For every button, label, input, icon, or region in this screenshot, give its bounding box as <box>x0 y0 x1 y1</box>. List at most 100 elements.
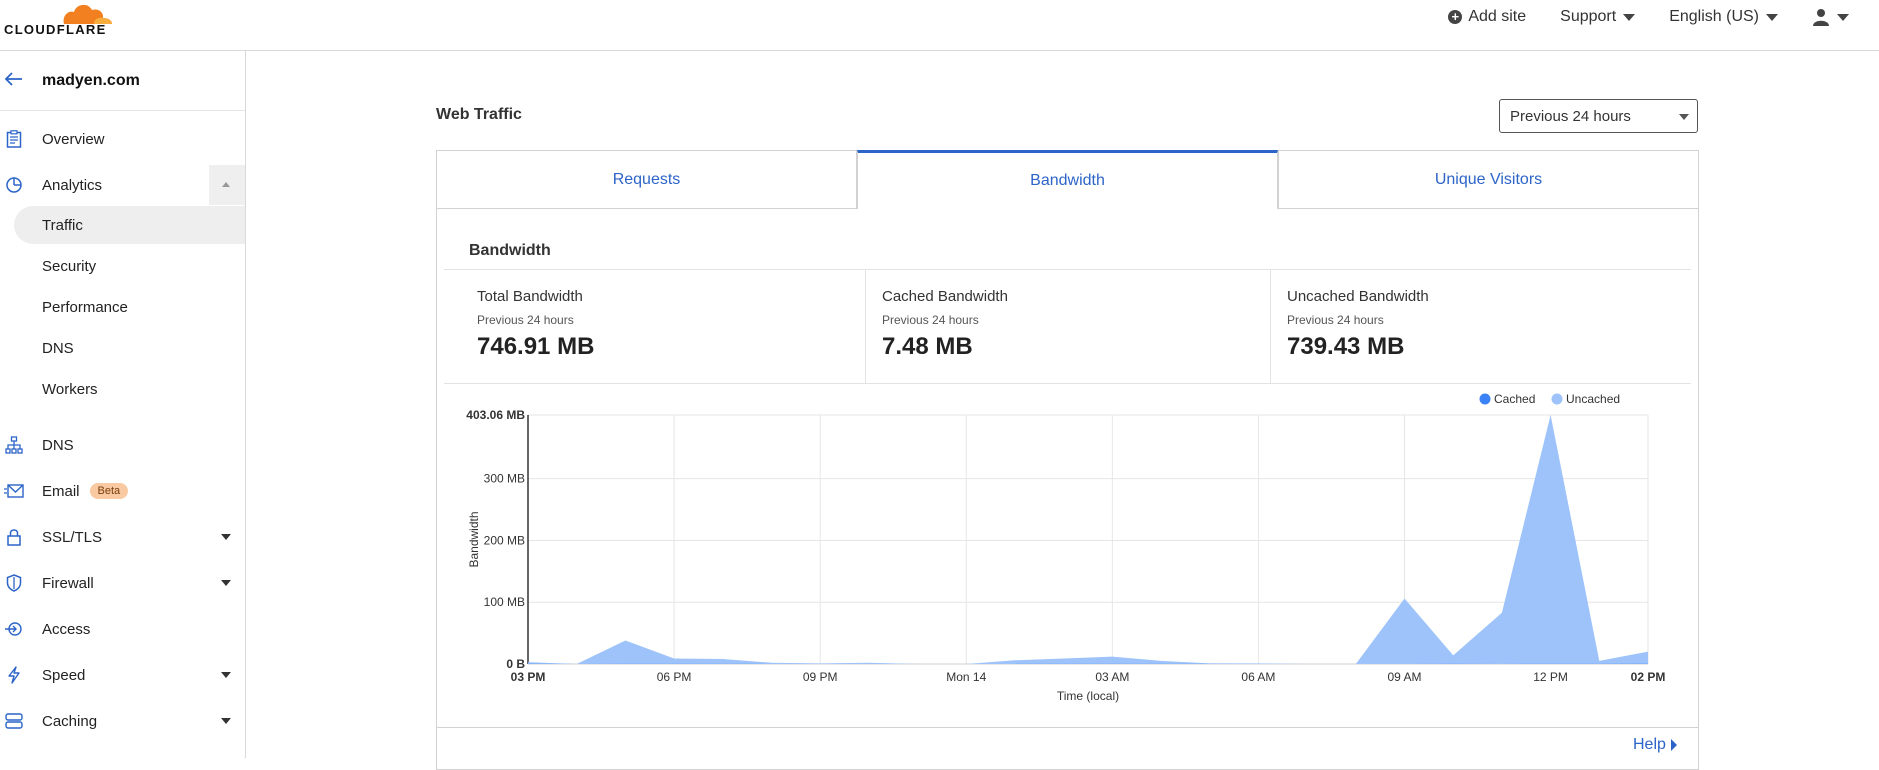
support-menu[interactable]: Support <box>1560 8 1635 26</box>
site-name: madyen.com <box>42 72 140 90</box>
stat-value: 7.48 MB <box>882 333 1255 361</box>
sidebar-item-label: Analytics <box>42 177 102 194</box>
sidebar-subitem-performance[interactable]: Performance <box>14 288 245 326</box>
chevron-down-icon <box>221 580 231 586</box>
traffic-tabs: Requests Bandwidth Unique Visitors <box>436 150 1699 209</box>
sidebar-subitem-label: Traffic <box>42 217 83 234</box>
sidebar-item-firewall[interactable]: Firewall <box>0 563 245 603</box>
stat-period: Previous 24 hours <box>1287 313 1660 327</box>
chevron-right-icon <box>1671 739 1677 751</box>
sidebar-item-speed[interactable]: Speed <box>0 655 245 695</box>
time-range-value: Previous 24 hours <box>1510 108 1631 125</box>
sidebar-subitem-dns[interactable]: DNS <box>14 329 245 367</box>
chevron-down-icon <box>221 672 231 678</box>
stat-label: Total Bandwidth <box>477 288 850 305</box>
tab-unique-visitors[interactable]: Unique Visitors <box>1278 150 1699 209</box>
sidebar-item-label: Overview <box>42 131 105 148</box>
sidebar-item-label: Caching <box>42 713 97 730</box>
sidebar: madyen.com Overview Analytics Traffic Se… <box>0 51 246 758</box>
sidebar-item-analytics[interactable]: Analytics <box>0 165 245 205</box>
legend-uncached-label: Uncached <box>1566 392 1620 406</box>
y-tick-label: 403.06 MB <box>466 408 525 422</box>
sidebar-subitem-security[interactable]: Security <box>14 247 245 285</box>
sidebar-item-dns[interactable]: DNS <box>0 425 245 465</box>
network-icon <box>4 435 24 455</box>
x-tick-label: 06 PM <box>657 670 692 684</box>
language-label: English (US) <box>1669 8 1759 26</box>
legend-uncached-swatch <box>1552 394 1563 405</box>
sidebar-subitem-label: Security <box>42 258 96 275</box>
beta-badge: Beta <box>90 483 129 499</box>
y-tick-label: 300 MB <box>484 472 525 486</box>
sidebar-subitem-traffic[interactable]: Traffic <box>14 206 245 244</box>
help-link[interactable]: Help <box>1633 736 1677 754</box>
sidebar-item-label: Speed <box>42 667 85 684</box>
x-tick-label: 02 PM <box>1631 670 1666 684</box>
legend-cached-label: Cached <box>1494 392 1535 406</box>
stat-value: 739.43 MB <box>1287 333 1660 361</box>
bandwidth-chart: 0 B100 MB200 MB300 MB403.06 MB03 PM06 PM… <box>460 390 1670 710</box>
sidebar-item-caching[interactable]: Caching <box>0 701 245 741</box>
sidebar-subitem-workers[interactable]: Workers <box>14 370 245 408</box>
lightning-icon <box>4 665 24 685</box>
sidebar-item-label: DNS <box>42 437 74 454</box>
stat-label: Cached Bandwidth <box>882 288 1255 305</box>
stat-uncached-bandwidth: Uncached Bandwidth Previous 24 hours 739… <box>1255 270 1660 383</box>
sidebar-item-label: Firewall <box>42 575 94 592</box>
stat-cached-bandwidth: Cached Bandwidth Previous 24 hours 7.48 … <box>850 270 1255 383</box>
cloud-icon <box>2 0 114 24</box>
divider <box>436 727 1699 728</box>
stat-value: 746.91 MB <box>477 333 850 361</box>
y-axis-label: Bandwidth <box>467 511 481 567</box>
sidebar-item-email[interactable]: Email Beta <box>0 471 245 511</box>
chevron-down-icon <box>1623 14 1635 21</box>
user-icon <box>1812 8 1830 26</box>
x-tick-label: 06 AM <box>1241 670 1275 684</box>
sidebar-item-ssl-tls[interactable]: SSL/TLS <box>0 517 245 557</box>
plus-icon: + <box>1448 10 1462 24</box>
logo-text: CLOUDFLARE <box>4 22 107 37</box>
email-icon <box>4 481 24 501</box>
server-icon <box>4 711 24 731</box>
sidebar-subitem-label: Workers <box>42 381 98 398</box>
x-tick-label: Mon 14 <box>946 670 986 684</box>
chevron-down-icon <box>221 718 231 724</box>
x-tick-label: 09 PM <box>803 670 838 684</box>
shield-icon <box>4 573 24 593</box>
card-title: Bandwidth <box>469 242 551 260</box>
x-axis-label: Time (local) <box>1057 689 1119 703</box>
add-site-button[interactable]: + Add site <box>1448 8 1526 26</box>
lock-icon <box>4 527 24 547</box>
top-bar: CLOUDFLARE + Add site Support English (U… <box>0 0 1879 51</box>
x-tick-label: 03 PM <box>511 670 546 684</box>
user-menu[interactable] <box>1812 8 1849 26</box>
language-menu[interactable]: English (US) <box>1669 8 1778 26</box>
sidebar-item-access[interactable]: Access <box>0 609 245 649</box>
stat-period: Previous 24 hours <box>477 313 850 327</box>
help-label: Help <box>1633 736 1666 754</box>
sidebar-item-overview[interactable]: Overview <box>0 119 245 159</box>
page-title: Web Traffic <box>436 106 522 124</box>
sidebar-item-label: Access <box>42 621 90 638</box>
y-tick-label: 0 B <box>506 657 525 671</box>
time-range-select[interactable]: Previous 24 hours <box>1499 99 1698 133</box>
y-tick-label: 100 MB <box>484 595 525 609</box>
stat-period: Previous 24 hours <box>882 313 1255 327</box>
x-tick-label: 09 AM <box>1388 670 1422 684</box>
cloudflare-logo[interactable]: CLOUDFLARE <box>2 0 114 40</box>
site-header: madyen.com <box>0 51 245 111</box>
tab-bandwidth[interactable]: Bandwidth <box>857 150 1278 209</box>
chevron-down-icon <box>1679 114 1689 120</box>
sidebar-item-label: SSL/TLS <box>42 529 102 546</box>
back-arrow-icon[interactable] <box>4 69 34 92</box>
support-label: Support <box>1560 8 1616 26</box>
clipboard-icon <box>4 129 24 149</box>
top-right-menu: + Add site Support English (US) <box>1414 8 1849 26</box>
tab-requests[interactable]: Requests <box>436 150 857 209</box>
stat-label: Uncached Bandwidth <box>1287 288 1660 305</box>
x-tick-label: 12 PM <box>1533 670 1568 684</box>
chevron-down-icon <box>1837 14 1849 21</box>
add-site-label: Add site <box>1468 8 1526 26</box>
pie-chart-icon <box>4 175 24 195</box>
legend-cached-swatch <box>1480 394 1491 405</box>
